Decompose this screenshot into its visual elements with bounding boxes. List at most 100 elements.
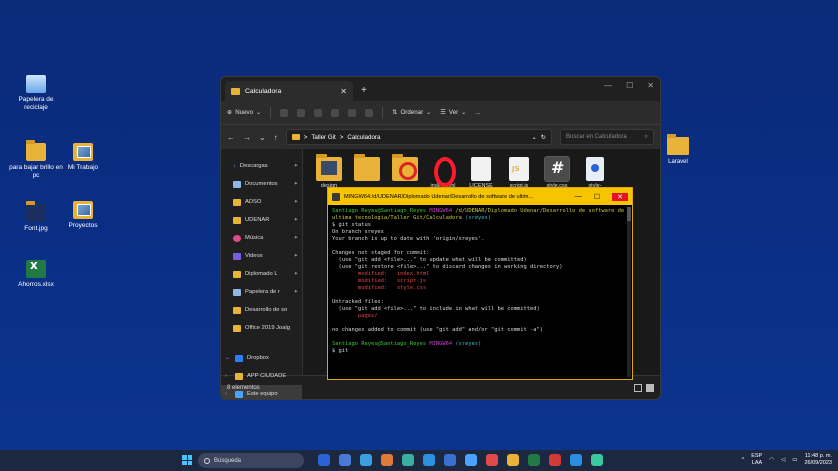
taskbar-app-icon[interactable] — [444, 454, 456, 466]
desktop-icon-label: Papelera de reciclaje — [18, 96, 54, 111]
desktop-icon-laravel[interactable]: Laravel — [663, 134, 693, 165]
nav-item-label: Papelera de r — [245, 289, 280, 295]
minimize-button[interactable]: — — [575, 193, 582, 201]
maximize-button[interactable]: ☐ — [594, 193, 600, 201]
taskbar-app-icon[interactable] — [339, 454, 351, 466]
nav-item-diplomado[interactable]: Diplomado L ✦ — [221, 265, 302, 283]
terminal-scrollbar[interactable] — [627, 207, 631, 377]
chevron-up-icon[interactable]: ^ — [742, 457, 745, 463]
output-line: Changes not staged for commit: — [332, 250, 430, 256]
terminal-icon — [332, 192, 340, 201]
chevron-down-icon[interactable]: ⌄ — [532, 134, 537, 141]
music-icon — [233, 234, 241, 242]
nav-item-label: Dropbox — [247, 355, 269, 361]
address-bar[interactable]: > Taller Git > Calculadora ⌄ ↻ — [285, 129, 552, 145]
taskbar-app-icon[interactable] — [486, 454, 498, 466]
file-item[interactable]: style.css — [541, 156, 573, 189]
close-window-button[interactable]: ✕ — [647, 81, 654, 90]
taskbar-app-icon[interactable] — [528, 454, 540, 466]
details-view-button[interactable] — [634, 383, 642, 392]
nav-item-label: Videos — [245, 253, 263, 259]
explorer-titlebar: Calculadora ✕ + — ☐ ✕ — [221, 77, 660, 101]
breadcrumb-taller-git[interactable]: Taller Git — [311, 134, 335, 141]
desktop-icon-proyectos[interactable]: Proyectos — [55, 201, 111, 230]
nav-item-udenar[interactable]: UDENAR ✦ — [221, 211, 302, 229]
rename-icon[interactable] — [331, 108, 340, 117]
close-tab-icon[interactable]: ✕ — [340, 87, 347, 96]
new-button[interactable]: ⊕ Nuevo ⌄ — [227, 109, 261, 116]
file-item[interactable] — [389, 154, 421, 183]
taskbar-app-icon[interactable] — [318, 454, 330, 466]
close-window-button[interactable]: ✕ — [612, 192, 628, 201]
nav-item-musica[interactable]: Música ✦ — [221, 229, 302, 247]
desktop-icon-ahorros-xlsx[interactable]: Ahorros.xlsx — [8, 260, 64, 289]
taskbar-app-icon[interactable] — [381, 454, 393, 466]
nav-item-documentos[interactable]: Documentos ✦ — [221, 175, 302, 193]
taskbar-app-icon[interactable] — [360, 454, 372, 466]
nav-item-descargas[interactable]: ↓ Descargas ✦ — [221, 157, 302, 175]
desktop-icon-label: Ahorros.xlsx — [18, 281, 54, 288]
volume-icon[interactable]: ◁ — [781, 457, 785, 463]
copy-icon[interactable] — [297, 108, 306, 117]
up-arrow-icon[interactable]: ↑ — [274, 133, 278, 142]
prompt-user: Santiago Reyes@Santiago_Reyes — [332, 341, 427, 347]
more-options-button[interactable]: ... — [475, 109, 480, 116]
nav-item-desarrollo[interactable]: Desarrollo de so — [221, 301, 302, 319]
battery-icon[interactable]: ▭ — [792, 457, 797, 463]
language-indicator[interactable]: ESP LAA — [751, 453, 762, 467]
nav-item-office[interactable]: Office 2019 Joalg — [221, 319, 302, 337]
terminal-output[interactable]: Santiago Reyes@Santiago_Reyes MINGW64 /d… — [328, 205, 632, 379]
chevron-right-icon[interactable]: › — [225, 391, 231, 397]
paste-icon[interactable] — [314, 108, 323, 117]
file-item[interactable]: index.html — [427, 157, 459, 189]
output-line: On branch sreyes — [332, 229, 384, 235]
nav-item-adso[interactable]: ADSO ✦ — [221, 193, 302, 211]
file-item[interactable]: script.js — [503, 157, 535, 189]
share-icon[interactable] — [348, 108, 357, 117]
refresh-icon[interactable]: ↻ — [541, 134, 546, 141]
delete-icon[interactable] — [365, 108, 374, 117]
nav-item-label: UDENAR — [245, 217, 270, 223]
forward-arrow-icon[interactable]: → — [243, 133, 251, 142]
back-arrow-icon[interactable]: ← — [227, 133, 235, 142]
nav-item-videos[interactable]: Videos ✦ — [221, 247, 302, 265]
new-tab-button[interactable]: + — [361, 85, 367, 96]
start-button[interactable] — [182, 455, 192, 465]
sort-button[interactable]: ⇅ Ordenar ⌄ — [392, 109, 431, 116]
folder-icon — [233, 198, 241, 206]
chevron-right-icon[interactable]: › — [225, 373, 231, 379]
taskbar-search[interactable]: Búsqueda — [198, 453, 304, 468]
photo-folder-icon — [73, 201, 93, 219]
taskbar-app-icon[interactable] — [423, 454, 435, 466]
folder-icon — [291, 134, 300, 140]
desktop-icon-recycle-bin[interactable]: Papelera de reciclaje — [8, 75, 64, 112]
view-button[interactable]: ☰ Ver ⌄ — [440, 109, 466, 116]
nav-item-papelera[interactable]: Papelera de r ✦ — [221, 283, 302, 301]
wifi-icon[interactable]: ◠ — [769, 457, 774, 463]
tiles-view-button[interactable] — [646, 383, 654, 392]
taskbar-app-icon[interactable] — [591, 454, 603, 466]
file-item[interactable] — [351, 154, 383, 183]
recent-chevron-icon[interactable]: ⌄ — [259, 133, 266, 142]
taskbar-app-icon[interactable] — [402, 454, 414, 466]
breadcrumb-calculadora[interactable]: Calculadora — [347, 134, 380, 141]
search-input[interactable]: Buscar en Calculadora ⌕ — [560, 129, 654, 145]
desktop-icon-mi-trabajo[interactable]: Mi Trabajo — [55, 143, 111, 172]
minimize-button[interactable]: — — [604, 81, 612, 90]
cut-icon[interactable] — [280, 108, 289, 117]
nav-item-dropbox[interactable]: ⌄ Dropbox — [221, 349, 302, 367]
taskbar-app-icon[interactable] — [465, 454, 477, 466]
nav-item-app-ciudade[interactable]: › APP CIUDADE — [221, 367, 302, 385]
chevron-down-icon[interactable]: ⌄ — [225, 355, 231, 361]
taskbar-app-icon[interactable] — [507, 454, 519, 466]
file-item[interactable]: LICENSE — [465, 157, 497, 189]
opera-browser-icon — [430, 157, 456, 187]
taskbar-app-icon[interactable] — [549, 454, 561, 466]
file-item[interactable]: design — [313, 154, 345, 189]
view-icon: ☰ — [440, 109, 446, 116]
taskbar-app-icon[interactable] — [570, 454, 582, 466]
search-placeholder: Buscar en Calculadora — [566, 134, 627, 140]
clock[interactable]: 11:48 p. m. 26/09/2023 — [804, 453, 832, 467]
maximize-button[interactable]: ☐ — [626, 81, 633, 90]
tab-calculadora[interactable]: Calculadora ✕ — [225, 81, 353, 101]
